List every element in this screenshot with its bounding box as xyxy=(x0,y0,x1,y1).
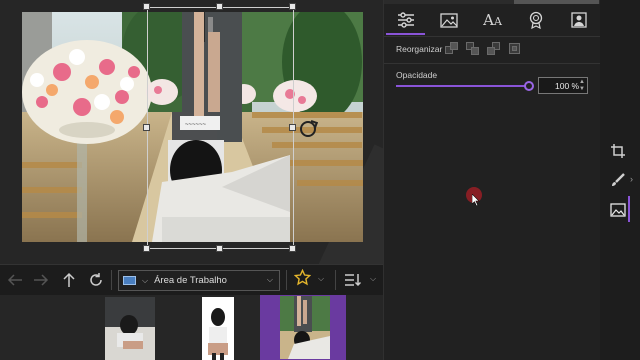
file-navigation-bar: ⌵ Área de Trabalho ⌵ ⌵ ⌵ xyxy=(0,264,383,295)
active-tool-indicator xyxy=(628,196,630,222)
sort-list-icon[interactable] xyxy=(343,271,362,289)
editor-area: ~~~~~~ xyxy=(0,0,383,268)
resize-handle-bottom-left[interactable] xyxy=(143,245,150,252)
bring-forward-icon[interactable] xyxy=(466,42,480,56)
desktop-folder-icon xyxy=(123,276,136,285)
chevron-down-icon: ⌵ xyxy=(142,275,149,285)
refresh-icon[interactable] xyxy=(83,267,109,293)
resize-handle-left[interactable] xyxy=(143,124,150,131)
layer-selection-box[interactable] xyxy=(147,7,294,249)
location-label: Área de Trabalho xyxy=(154,275,227,286)
opacity-value: 100 % xyxy=(555,80,580,91)
tab-adjustments[interactable] xyxy=(384,5,427,35)
badge-icon xyxy=(529,11,543,29)
tab-text[interactable]: AA xyxy=(471,5,514,35)
divider xyxy=(384,63,601,64)
thumbnail-item[interactable] xyxy=(105,297,155,360)
sliders-icon xyxy=(397,12,414,28)
text-icon: AA xyxy=(483,11,502,29)
send-to-back-icon[interactable] xyxy=(508,42,522,56)
thumbnail-item-selected[interactable] xyxy=(260,295,346,360)
image-edit-icon[interactable] xyxy=(606,198,630,222)
image-icon xyxy=(440,12,458,28)
opacity-slider-thumb[interactable] xyxy=(524,81,534,91)
brush-icon[interactable] xyxy=(606,168,630,192)
resize-handle-top-right[interactable] xyxy=(289,3,296,10)
thumbnail-item[interactable] xyxy=(198,297,238,360)
arrow-left-icon[interactable] xyxy=(2,267,28,293)
opacity-slider-track[interactable] xyxy=(396,85,528,87)
send-backward-icon[interactable] xyxy=(487,42,501,56)
opacity-input[interactable]: 100 % ▲ ▼ xyxy=(538,77,588,94)
resize-handle-top[interactable] xyxy=(216,3,223,10)
divider xyxy=(286,270,287,290)
sort-chevron-icon[interactable]: ⌵ xyxy=(370,274,376,284)
divider xyxy=(335,270,336,290)
thumbnail-strip xyxy=(0,295,383,360)
panel-top-sliver xyxy=(514,0,599,4)
spinner-arrows-icon[interactable]: ▲ ▼ xyxy=(579,79,585,93)
reorganize-label: Reorganizar xyxy=(396,44,443,54)
resize-handle-bottom-right[interactable] xyxy=(289,245,296,252)
rotate-handle-icon[interactable] xyxy=(300,121,316,137)
portrait-icon xyxy=(571,12,587,28)
tool-sidebar xyxy=(600,0,640,360)
app-window: ~~~~~~ ⌵ Área de Trabalho ⌵ ⌵ ⌵ AA Reorg… xyxy=(0,0,640,360)
mouse-cursor-icon xyxy=(471,193,480,211)
chevron-down-icon: ⌵ xyxy=(266,275,273,284)
resize-handle-bottom[interactable] xyxy=(216,245,223,252)
bring-to-front-icon[interactable] xyxy=(445,42,459,56)
resize-handle-top-left[interactable] xyxy=(143,3,150,10)
arrow-right-icon[interactable] xyxy=(28,267,54,293)
divider xyxy=(111,270,112,290)
crop-icon[interactable] xyxy=(606,139,630,163)
divider xyxy=(384,36,601,37)
tab-badge[interactable] xyxy=(514,5,557,35)
favorites-chevron-icon[interactable]: ⌵ xyxy=(318,274,324,284)
star-icon[interactable] xyxy=(293,268,312,291)
tab-portrait[interactable] xyxy=(558,5,601,35)
properties-panel: AA Reorganizar Opacidade 100 % ▲ ▼ xyxy=(383,0,601,360)
chevron-right-icon[interactable]: › xyxy=(630,174,633,184)
location-dropdown[interactable]: ⌵ Área de Trabalho ⌵ xyxy=(118,270,280,291)
resize-handle-right[interactable] xyxy=(289,124,296,131)
reorder-buttons xyxy=(445,42,522,56)
panel-tabs: AA xyxy=(384,5,601,35)
tab-image[interactable] xyxy=(427,5,470,35)
opacity-label: Opacidade xyxy=(396,70,438,80)
arrow-up-icon[interactable] xyxy=(56,267,82,293)
